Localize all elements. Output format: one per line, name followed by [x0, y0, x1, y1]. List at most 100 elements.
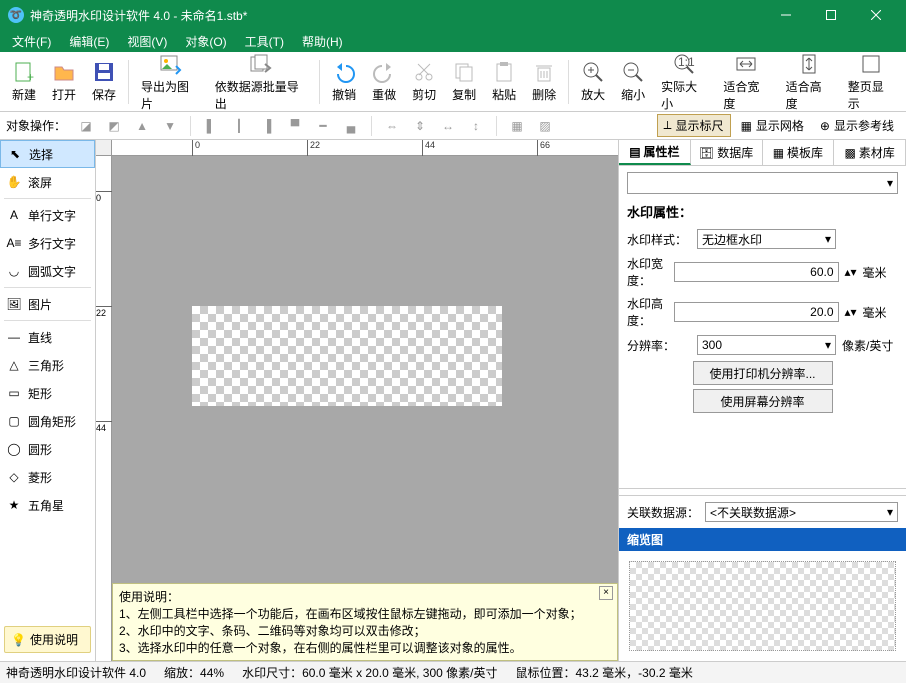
tool-text-arc[interactable]: ◡圆弧文字	[0, 257, 95, 285]
delete-button[interactable]: 删除	[524, 58, 564, 105]
open-button[interactable]: 打开	[44, 58, 84, 105]
align-bottom-icon[interactable]: ▄	[339, 115, 363, 137]
menu-tools[interactable]: 工具(T)	[237, 31, 292, 52]
status-size: 水印尺寸：60.0 毫米 x 20.0 毫米, 300 像素/英寸	[242, 664, 497, 681]
image-icon: 🖼	[6, 296, 22, 312]
same-width-icon[interactable]: ↔	[436, 115, 460, 137]
toolbar-label: 适合高度	[786, 78, 832, 112]
fit-width-button[interactable]: 适合宽度	[715, 50, 777, 114]
tool-triangle[interactable]: △三角形	[0, 351, 95, 379]
canvas-area: 0224466 02244 × 使用说明：1、左侧工具栏中选择一个功能后，在画布…	[96, 140, 618, 661]
layer-down-icon[interactable]: ▼	[158, 115, 182, 137]
ruler-tick: 22	[307, 140, 320, 156]
triangle-icon: △	[6, 357, 22, 373]
export-image-button[interactable]: 导出为图片	[133, 50, 207, 114]
menu-view[interactable]: 视图(V)	[119, 31, 175, 52]
tool-text-line[interactable]: A单行文字	[0, 201, 95, 229]
style-combo[interactable]: 无边框水印▾	[697, 229, 836, 249]
full-page-icon	[859, 52, 883, 76]
help-button[interactable]: 💡 使用说明	[4, 626, 91, 653]
use-screen-dpi-button[interactable]: 使用屏幕分辨率	[693, 389, 833, 413]
menu-object[interactable]: 对象(O)	[177, 31, 234, 52]
new-button[interactable]: +新建	[4, 58, 44, 105]
minimize-button[interactable]	[763, 0, 808, 30]
layer-front-icon[interactable]: ◪	[74, 115, 98, 137]
toggle-grid[interactable]: ▦ 显示网格	[735, 115, 810, 136]
tool-text-multi[interactable]: A≡多行文字	[0, 229, 95, 257]
actual-size-button[interactable]: 1:1实际大小	[653, 50, 715, 114]
assoc-combo[interactable]: <不关联数据源>▾	[705, 502, 898, 522]
tool-ellipse[interactable]: ◯圆形	[0, 435, 95, 463]
zoom-out-button[interactable]: 缩小	[613, 58, 653, 105]
status-mouse: 鼠标位置：43.2 毫米，-30.2 毫米	[515, 664, 692, 681]
right-panel: ▤属性栏 🗄数据库 ▦模板库 ▩素材库 ▾ 水印属性： 水印样式： 无边框水印▾…	[618, 140, 906, 661]
align-left-icon[interactable]: ▌	[199, 115, 223, 137]
ruler-tick: 0	[192, 140, 200, 156]
tool-image[interactable]: 🖼 图片	[0, 290, 95, 318]
section-title: 水印属性：	[627, 202, 898, 221]
close-icon[interactable]: ×	[599, 586, 613, 600]
same-height-icon[interactable]: ↕	[464, 115, 488, 137]
layer-back-icon[interactable]: ◩	[102, 115, 126, 137]
tab-properties[interactable]: ▤属性栏	[619, 140, 691, 165]
ungroup-icon[interactable]: ▨	[533, 115, 557, 137]
tab-templates[interactable]: ▦模板库	[763, 140, 835, 165]
tool-label: 图片	[28, 296, 52, 313]
toolbar-main: +新建打开保存导出为图片依数据源批量导出撤销重做剪切复制粘贴删除放大缩小1:1实…	[0, 52, 906, 112]
cut-button[interactable]: 剪切	[404, 58, 444, 105]
align-right-icon[interactable]: ▐	[255, 115, 279, 137]
close-button[interactable]	[853, 0, 898, 30]
dist-v-icon[interactable]: ⇕	[408, 115, 432, 137]
object-ops-label: 对象操作：	[6, 117, 66, 134]
spinner-icon[interactable]: ▴▾	[845, 265, 857, 279]
toolbar-label: 依数据源批量导出	[215, 78, 307, 112]
maximize-button[interactable]	[808, 0, 853, 30]
tab-database[interactable]: 🗄数据库	[691, 140, 763, 165]
width-input[interactable]	[674, 262, 839, 282]
full-page-button[interactable]: 整页显示	[840, 50, 902, 114]
copy-button[interactable]: 复制	[444, 58, 484, 105]
align-middle-icon[interactable]: ━	[311, 115, 335, 137]
layer-up-icon[interactable]: ▲	[130, 115, 154, 137]
dpi-combo[interactable]: 300▾	[697, 335, 836, 355]
use-printer-dpi-button[interactable]: 使用打印机分辨率...	[693, 361, 833, 385]
batch-export-button[interactable]: 依数据源批量导出	[207, 50, 315, 114]
watermark-object[interactable]	[192, 306, 502, 406]
align-center-h-icon[interactable]: ┃	[227, 115, 251, 137]
tool-select[interactable]: ⬉选择	[0, 140, 95, 168]
tool-star[interactable]: ★五角星	[0, 491, 95, 519]
spinner-icon[interactable]: ▴▾	[845, 305, 857, 319]
menu-help[interactable]: 帮助(H)	[294, 31, 351, 52]
menu-file[interactable]: 文件(F)	[4, 31, 59, 52]
tool-rect[interactable]: ▭矩形	[0, 379, 95, 407]
toggle-guides[interactable]: ⊕ 显示参考线	[814, 115, 900, 136]
help-title: 使用说明：	[119, 588, 611, 605]
undo-button[interactable]: 撤销	[324, 58, 364, 105]
group-icon[interactable]: ▦	[505, 115, 529, 137]
menu-edit[interactable]: 编辑(E)	[61, 31, 117, 52]
toolbar-label: 保存	[92, 86, 116, 103]
tab-materials[interactable]: ▩素材库	[834, 140, 906, 165]
object-selector-combo[interactable]: ▾	[627, 172, 898, 194]
ruler-tick: 22	[96, 306, 112, 318]
dist-h-icon[interactable]: ⇔	[380, 115, 404, 137]
tool-pan[interactable]: ✋滚屏	[0, 168, 95, 196]
zoom-in-button[interactable]: 放大	[573, 58, 613, 105]
height-unit: 毫米	[863, 304, 898, 321]
fit-height-button[interactable]: 适合高度	[778, 50, 840, 114]
paste-button[interactable]: 粘贴	[484, 58, 524, 105]
ellipse-icon: ◯	[6, 441, 22, 457]
tool-line[interactable]: —直线	[0, 323, 95, 351]
ruler-corner	[96, 140, 112, 156]
toolbar-label: 删除	[532, 86, 556, 103]
toggle-ruler[interactable]: ⟂ 显示标尺	[657, 114, 731, 137]
thumbnail-header: 缩览图	[619, 528, 906, 551]
height-input[interactable]	[674, 302, 839, 322]
redo-button[interactable]: 重做	[364, 58, 404, 105]
tool-roundrect[interactable]: ▢圆角矩形	[0, 407, 95, 435]
align-top-icon[interactable]: ▀	[283, 115, 307, 137]
tool-diamond[interactable]: ◇菱形	[0, 463, 95, 491]
save-button[interactable]: 保存	[84, 58, 124, 105]
fit-height-icon	[797, 52, 821, 76]
ruler-icon: ⟂	[664, 118, 672, 133]
